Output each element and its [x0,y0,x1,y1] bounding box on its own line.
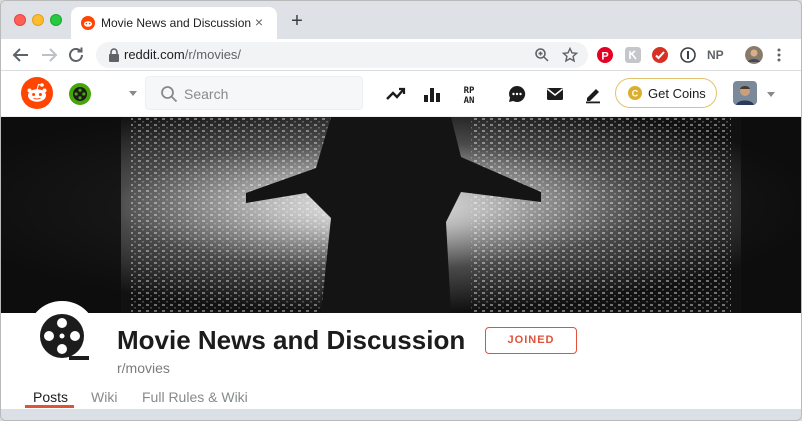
svg-text:RP: RP [464,86,475,96]
search-icon [161,86,178,103]
create-post-pencil-icon[interactable] [582,83,604,105]
film-reel-icon [40,314,89,360]
checkmark-icon[interactable] [652,47,668,63]
community-header: Movie News and Discussion r/movies JOINE… [1,301,801,409]
tab-strip: Movie News and Discussion × + [1,1,801,39]
get-coins-button[interactable]: C Get Coins [615,78,717,108]
tab-full-rules-wiki[interactable]: Full Rules & Wiki [142,389,248,405]
svg-text:P: P [601,51,608,63]
tab-posts[interactable]: Posts [33,389,68,405]
coin-icon: C [628,86,642,100]
reddit-logo-icon[interactable] [21,77,53,109]
search-placeholder: Search [184,86,229,102]
reddit-header: Search RP AN C Get Coins [1,71,801,117]
subreddit-name: r/movies [117,360,170,376]
tab-title: Movie News and Discussion [101,16,252,30]
community-film-reel-icon[interactable] [69,83,91,105]
1password-icon[interactable] [680,47,696,63]
url-path: /r/movies/ [184,47,242,62]
community-avatar[interactable] [27,301,97,371]
new-tab-button[interactable]: + [287,11,307,31]
zoom-icon[interactable] [534,47,550,63]
address-bar[interactable]: reddit.com/r/movies/ [96,42,588,68]
tab-close-icon[interactable]: × [251,14,267,30]
community-dropdown-chevron-icon[interactable] [128,89,138,97]
profile-avatar-icon[interactable] [745,46,763,64]
community-title: Movie News and Discussion [117,325,466,355]
browser-window: Movie News and Discussion × + reddit.com… [0,0,802,421]
close-window-button[interactable] [14,14,26,26]
active-tab-indicator [25,405,74,408]
browser-toolbar: reddit.com/r/movies/ P NP [1,39,801,71]
user-avatar-icon[interactable] [733,81,757,105]
browser-tab[interactable]: Movie News and Discussion × [71,7,277,39]
pinterest-icon[interactable]: P [597,47,613,63]
search-input[interactable]: Search [145,76,363,110]
url-domain: reddit.com [124,47,185,62]
bookmark-star-icon[interactable] [562,47,578,63]
community-banner-image [1,117,801,313]
messages-mail-icon[interactable] [544,83,566,105]
reddit-favicon-icon [81,16,95,30]
reload-icon[interactable] [64,43,88,67]
forward-icon[interactable] [37,43,61,67]
rpan-icon[interactable]: RP AN [458,83,480,105]
page-background-strip [1,409,801,420]
lock-icon [109,48,119,62]
banner-tunnel-silhouette [1,117,801,313]
all-stats-icon[interactable] [421,83,443,105]
joined-button[interactable]: JOINED [485,327,577,354]
url-text: reddit.com/r/movies/ [124,47,241,62]
svg-text:AN: AN [464,96,475,105]
svg-text:C: C [632,89,639,99]
np-extension-icon[interactable]: NP [707,48,729,64]
back-icon[interactable] [9,43,33,67]
minimize-window-button[interactable] [32,14,44,26]
popular-trending-icon[interactable] [384,83,406,105]
chat-icon[interactable] [506,83,528,105]
zoom-window-button[interactable] [50,14,62,26]
tab-wiki[interactable]: Wiki [91,389,117,405]
user-dropdown-chevron-icon[interactable] [766,90,776,98]
extension-icon-gray[interactable] [625,47,641,63]
get-coins-label: Get Coins [648,86,706,101]
browser-menu-icon[interactable] [775,47,783,63]
